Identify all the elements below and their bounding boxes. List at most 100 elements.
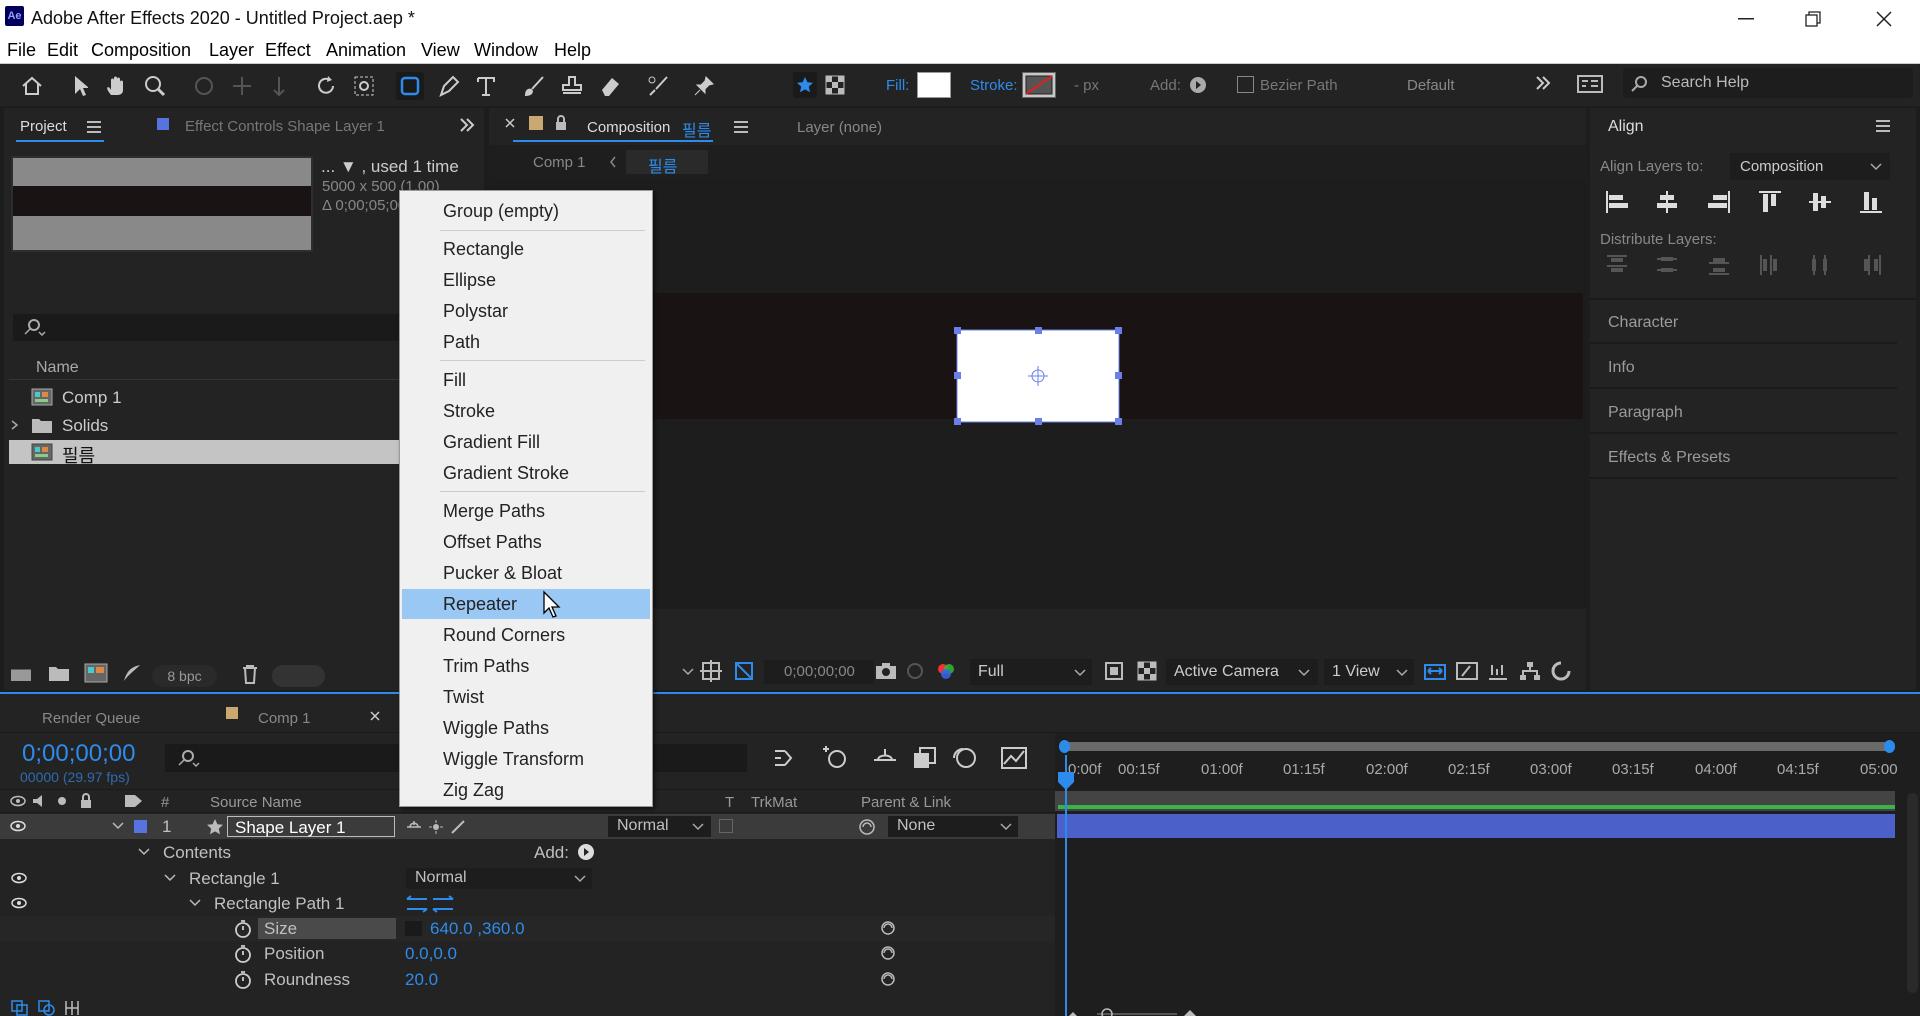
workspace-overflow-button[interactable] bbox=[1535, 75, 1551, 91]
align-left-icon[interactable] bbox=[1605, 190, 1629, 214]
tab-comp1[interactable]: Comp 1 bbox=[258, 710, 311, 727]
align-vertical-center-icon[interactable] bbox=[1808, 190, 1832, 214]
menu-item-twist[interactable]: Twist bbox=[402, 682, 650, 712]
restore-button[interactable] bbox=[1778, 0, 1848, 37]
distribute-horizontal-center-icon[interactable] bbox=[1808, 253, 1832, 277]
delete-button[interactable] bbox=[241, 664, 259, 684]
menu-item-group-empty[interactable]: Group (empty) bbox=[402, 196, 650, 226]
dolly-tool[interactable] bbox=[265, 72, 293, 100]
panel-overflow-button[interactable] bbox=[459, 118, 475, 132]
tab-layer[interactable]: Layer (none) bbox=[797, 119, 882, 136]
time-ruler[interactable]: 0:00f 00:15f 01:00f 01:15f 02:00f 02:15f… bbox=[1055, 755, 1900, 791]
zoom-slider[interactable] bbox=[1067, 1008, 1197, 1016]
clone-stamp-tool[interactable] bbox=[558, 72, 586, 100]
interpret-footage-button[interactable] bbox=[9, 664, 33, 682]
rectangle-blend-mode-dropdown[interactable]: Normal bbox=[406, 868, 592, 889]
new-folder-button[interactable] bbox=[48, 664, 70, 682]
comp-flowchart-icon[interactable] bbox=[772, 746, 796, 770]
menu-item-zig-zag[interactable]: Zig Zag bbox=[402, 775, 650, 805]
menu-item-ellipse[interactable]: Ellipse bbox=[402, 265, 650, 295]
menu-view[interactable]: View bbox=[421, 40, 460, 61]
list-item[interactable]: Solids bbox=[9, 413, 405, 437]
project-search-input[interactable] bbox=[13, 314, 405, 341]
rectangle-tool[interactable] bbox=[396, 72, 424, 100]
add-shape-button[interactable] bbox=[1189, 76, 1207, 94]
property-row-roundness[interactable]: Roundness 20.0 bbox=[0, 967, 1055, 992]
tab-project[interactable]: Project bbox=[20, 118, 67, 135]
thumbnail-size-slider[interactable] bbox=[272, 665, 325, 687]
frame-blending-icon[interactable] bbox=[912, 746, 938, 770]
project-settings-button[interactable] bbox=[122, 663, 142, 683]
menu-item-round-corners[interactable]: Round Corners bbox=[402, 620, 650, 650]
bezier-path-checkbox[interactable] bbox=[1237, 76, 1254, 93]
pen-tool[interactable] bbox=[435, 72, 463, 100]
workspace-default[interactable]: Default bbox=[1407, 77, 1455, 94]
camera-view-dropdown[interactable]: Active Camera bbox=[1166, 659, 1318, 685]
align-top-icon[interactable] bbox=[1758, 190, 1782, 214]
menu-item-wiggle-paths[interactable]: Wiggle Paths bbox=[402, 713, 650, 743]
source-name-column-header[interactable]: Source Name bbox=[210, 794, 302, 811]
stroke-width-value[interactable]: - px bbox=[1074, 77, 1099, 94]
work-area-bar[interactable] bbox=[1063, 742, 1895, 751]
shy-layers-icon[interactable] bbox=[872, 746, 898, 770]
tab-render-queue[interactable]: Render Queue bbox=[42, 710, 140, 727]
transfer-controls-icon[interactable] bbox=[38, 1000, 56, 1016]
menu-window[interactable]: Window bbox=[474, 40, 538, 61]
size-value[interactable]: 640.0 ,360.0 bbox=[430, 919, 525, 939]
work-area-end-handle[interactable] bbox=[1884, 740, 1895, 753]
constrain-proportions-toggle[interactable] bbox=[405, 921, 422, 936]
menu-animation[interactable]: Animation bbox=[326, 40, 406, 61]
brush-tool[interactable] bbox=[520, 72, 548, 100]
character-panel-header[interactable]: Character bbox=[1590, 300, 1897, 344]
menu-effect[interactable]: Effect bbox=[265, 40, 311, 61]
tab-composition-name[interactable]: 필름 bbox=[682, 117, 711, 141]
selection-tool[interactable] bbox=[66, 72, 94, 100]
distribute-top-icon[interactable] bbox=[1605, 253, 1629, 277]
type-tool[interactable] bbox=[472, 72, 500, 100]
view-layout-dropdown[interactable]: 1 View bbox=[1324, 659, 1414, 685]
menu-help[interactable]: Help bbox=[554, 40, 591, 61]
property-row-position[interactable]: Position 0.0,0.0 bbox=[0, 941, 1055, 966]
parent-dropdown[interactable]: None bbox=[888, 816, 1018, 837]
timeline-vertical-scrollbar[interactable] bbox=[1907, 793, 1918, 993]
draft-3d-icon[interactable] bbox=[822, 744, 848, 770]
breadcrumb-current[interactable]: 필름 bbox=[626, 150, 708, 176]
menu-item-repeater[interactable]: Repeater bbox=[402, 589, 650, 619]
work-area-start-handle[interactable] bbox=[1059, 740, 1070, 753]
position-value[interactable]: 0.0,0.0 bbox=[405, 944, 457, 964]
timeline-timecode[interactable]: 0;00;00;00 bbox=[22, 740, 135, 768]
menu-item-gradient-fill[interactable]: Gradient Fill bbox=[402, 427, 650, 457]
distribute-vertical-center-icon[interactable] bbox=[1655, 253, 1679, 277]
menu-item-trim-paths[interactable]: Trim Paths bbox=[402, 651, 650, 681]
graph-editor-icon[interactable] bbox=[1000, 746, 1028, 770]
search-help-field[interactable]: Search Help bbox=[1623, 68, 1913, 98]
paragraph-panel-header[interactable]: Paragraph bbox=[1590, 390, 1897, 434]
orbit-tool[interactable] bbox=[190, 72, 218, 100]
playhead-handle[interactable] bbox=[1057, 771, 1075, 791]
menu-file[interactable]: File bbox=[7, 40, 36, 61]
minimize-button[interactable] bbox=[1711, 0, 1781, 37]
layer-switches-icon[interactable] bbox=[11, 1000, 29, 1016]
menu-item-rectangle[interactable]: Rectangle bbox=[402, 234, 650, 264]
in-out-duration-icon[interactable] bbox=[64, 1000, 80, 1016]
layer-row[interactable]: 1 Shape Layer 1 Normal None bbox=[0, 814, 1055, 839]
layer-name-field[interactable]: Shape Layer 1 bbox=[227, 816, 395, 837]
preserve-transparency-checkbox[interactable] bbox=[719, 819, 733, 833]
menu-item-offset-paths[interactable]: Offset Paths bbox=[402, 527, 650, 557]
roundness-value[interactable]: 20.0 bbox=[405, 970, 438, 990]
zoom-tool[interactable] bbox=[141, 72, 169, 100]
close-comp1-tab-button[interactable] bbox=[370, 711, 380, 721]
home-button[interactable] bbox=[18, 72, 46, 100]
comp-timecode[interactable]: 0;00;00;00 bbox=[764, 660, 874, 684]
pan-tool[interactable] bbox=[228, 72, 256, 100]
menu-composition[interactable]: Composition bbox=[91, 40, 191, 61]
composition-viewer[interactable] bbox=[489, 179, 1586, 609]
align-horizontal-center-icon[interactable] bbox=[1655, 190, 1679, 214]
close-comp-tab-button[interactable] bbox=[505, 118, 515, 128]
roto-brush-tool[interactable] bbox=[645, 72, 673, 100]
rotation-tool[interactable] bbox=[312, 72, 340, 100]
breadcrumb-comp1[interactable]: Comp 1 bbox=[533, 154, 586, 171]
menu-item-gradient-stroke[interactable]: Gradient Stroke bbox=[402, 458, 650, 488]
new-composition-button[interactable] bbox=[84, 663, 108, 683]
align-right-icon[interactable] bbox=[1707, 190, 1731, 214]
